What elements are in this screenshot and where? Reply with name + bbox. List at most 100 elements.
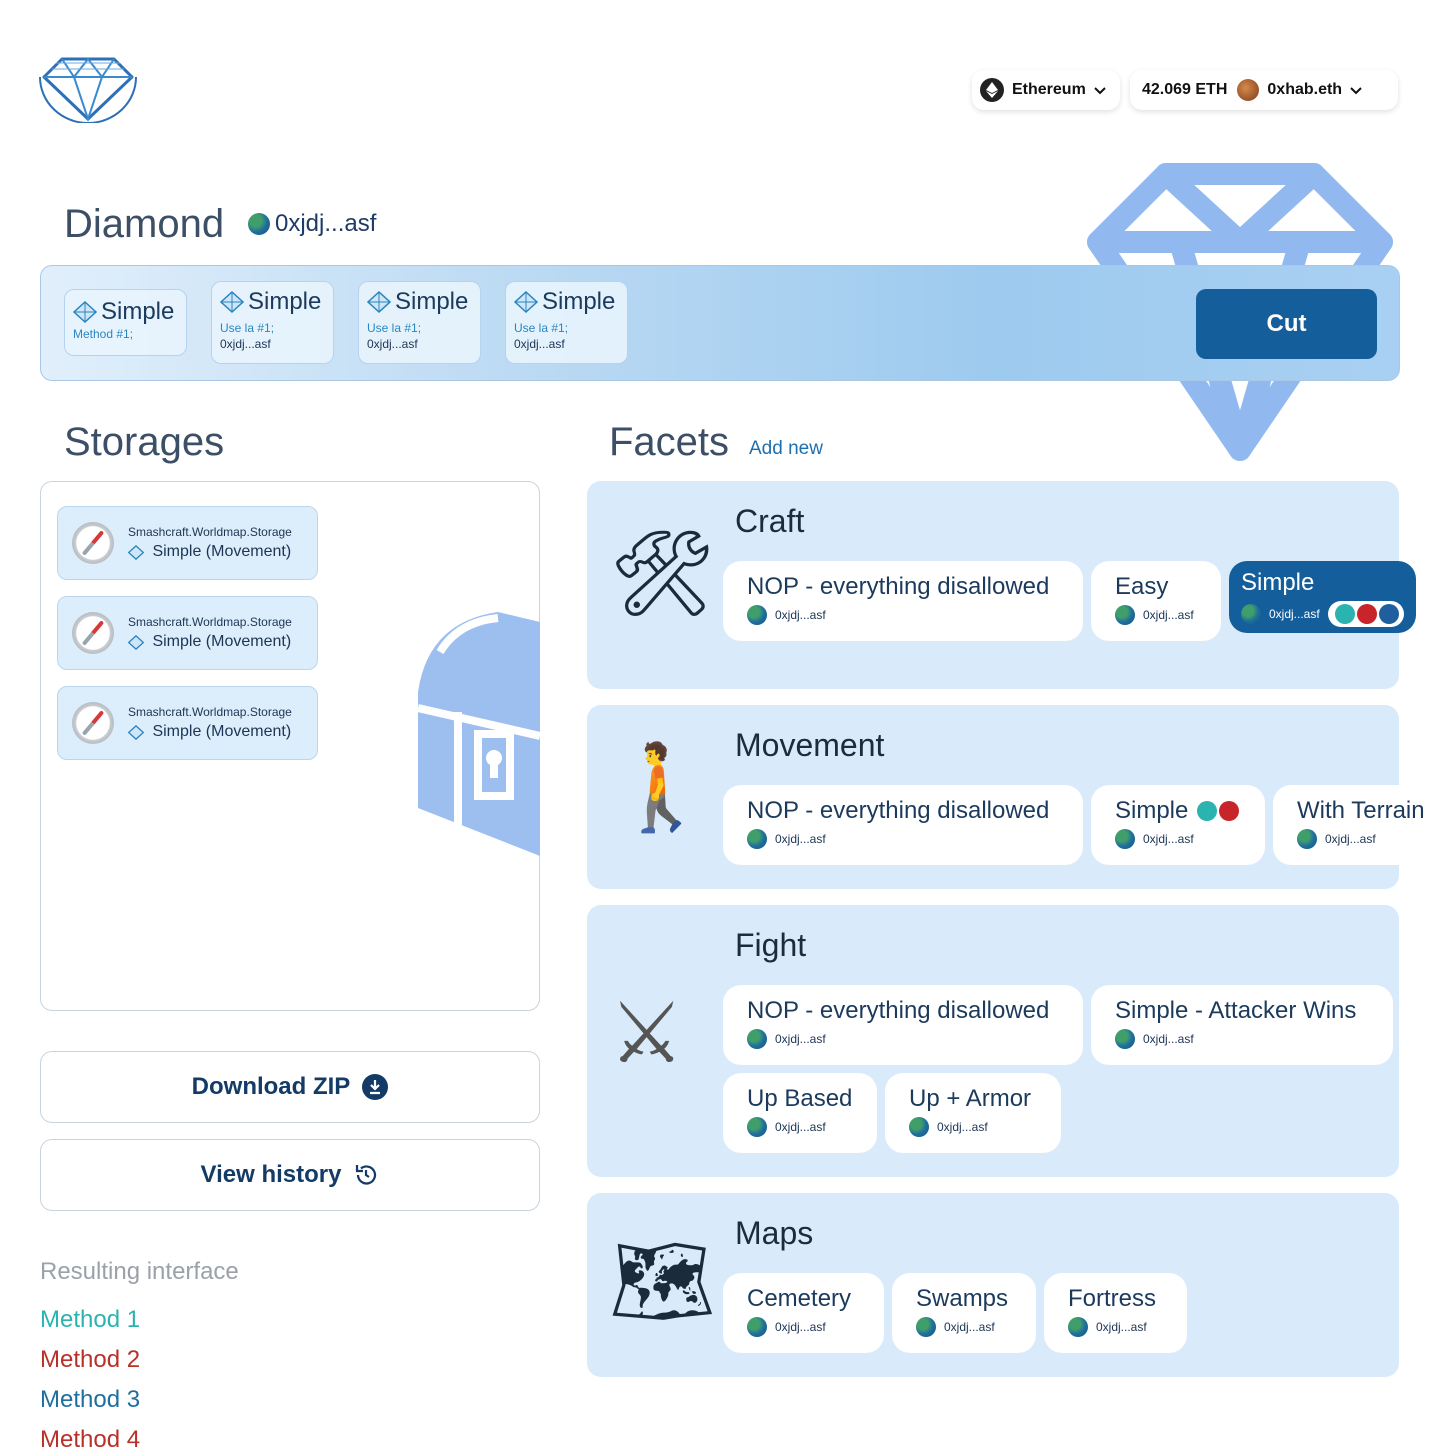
add-new-facet-link[interactable]: Add new xyxy=(749,438,823,460)
cut-card[interactable]: Simple Method #1; xyxy=(64,289,187,356)
cut-card-method: Method #1; xyxy=(73,327,134,341)
cut-card-name: Simple xyxy=(395,288,469,315)
method-item[interactable]: Method 2 xyxy=(40,1346,140,1374)
facet-card-address: 0xjdj...asf xyxy=(775,608,826,622)
cut-button[interactable]: Cut xyxy=(1196,289,1377,359)
facet-card-address: 0xjdj...asf xyxy=(944,1320,995,1334)
storage-name: Smashcraft.Worldmap.Storage xyxy=(128,615,292,629)
download-zip-button[interactable]: Download ZIP xyxy=(40,1051,540,1123)
crossed-swords-icon: ⚔ xyxy=(609,984,685,1082)
facet-card-name: Simple - Attacker Wins xyxy=(1115,997,1357,1024)
diamond-icon xyxy=(128,724,144,740)
facet-group-movement: 🚶 Movement NOP - everything disallowed 0… xyxy=(587,705,1440,889)
facet-group-name: Craft xyxy=(735,503,805,539)
account-name: 0xhab.eth xyxy=(1267,81,1343,98)
storage-facet: Simple (Movement) xyxy=(152,723,292,740)
cut-card-name: Simple xyxy=(248,288,322,315)
facet-card-address: 0xjdj...asf xyxy=(775,832,826,846)
method-item[interactable]: Method 1 xyxy=(40,1306,140,1334)
facet-card[interactable]: Fortress 0xjdj...asf xyxy=(1044,1273,1187,1353)
view-history-label: View history xyxy=(200,1161,342,1188)
history-icon xyxy=(356,1165,377,1185)
facet-card-address: 0xjdj...asf xyxy=(1325,832,1376,846)
facet-card-name: Up + Armor xyxy=(909,1085,1032,1112)
cut-card[interactable]: Simple Use la #1; 0xjdj...asf xyxy=(211,281,334,364)
facet-card[interactable]: Simple 0xjdj...asf xyxy=(1091,785,1265,865)
cut-card-method: Use la #1; xyxy=(367,321,422,335)
globe-icon xyxy=(248,213,270,235)
facet-card-name: Cemetery xyxy=(747,1285,852,1312)
cut-card-method: Use la #1; xyxy=(220,321,275,335)
network-selector[interactable]: Ethereum xyxy=(972,70,1120,110)
globe-icon xyxy=(1068,1317,1088,1337)
facet-card-address: 0xjdj...asf xyxy=(1143,1032,1194,1046)
cut-card-method: Use la #1; xyxy=(514,321,569,335)
facets-title: Facets xyxy=(609,420,730,464)
storage-item[interactable]: Smashcraft.Worldmap.Storage Simple (Move… xyxy=(57,596,318,670)
globe-icon xyxy=(1297,829,1317,849)
facet-card[interactable]: Up + Armor 0xjdj...asf xyxy=(885,1073,1061,1153)
chevron-down-icon xyxy=(1094,87,1106,95)
facet-card-address: 0xjdj...asf xyxy=(775,1320,826,1334)
method-item[interactable]: Method 4 xyxy=(40,1426,140,1454)
ethereum-icon xyxy=(980,78,1004,102)
facet-card-name: Easy xyxy=(1115,573,1169,600)
storage-item[interactable]: Smashcraft.Worldmap.Storage Simple (Move… xyxy=(57,686,318,760)
facet-card-address: 0xjdj...asf xyxy=(1143,608,1194,622)
facet-card-name: NOP - everything disallowed xyxy=(747,573,1050,600)
facet-card[interactable]: Swamps 0xjdj...asf xyxy=(892,1273,1036,1353)
compass-icon xyxy=(72,522,114,564)
download-zip-label: Download ZIP xyxy=(191,1073,351,1100)
facet-card-address: 0xjdj...asf xyxy=(937,1120,988,1134)
method-item[interactable]: Method 3 xyxy=(40,1386,140,1414)
facet-card-address: 0xjdj...asf xyxy=(1096,1320,1147,1334)
method-toggle[interactable] xyxy=(1327,601,1404,627)
globe-icon xyxy=(1115,829,1135,849)
facet-group-name: Maps xyxy=(735,1215,814,1251)
compass-icon xyxy=(72,702,114,744)
world-map-icon: 🗺 xyxy=(609,1232,716,1330)
cut-card[interactable]: Simple Use la #1; 0xjdj...asf xyxy=(505,281,628,364)
globe-icon xyxy=(747,1029,767,1049)
globe-icon xyxy=(1241,604,1261,624)
diamond-address[interactable]: 0xjdj...asf xyxy=(248,210,376,238)
account-selector[interactable]: 42.069 ETH 0xhab.eth xyxy=(1130,70,1398,110)
facet-card-selected[interactable]: Simple 0xjdj...asf xyxy=(1229,561,1416,633)
eth-balance: 42.069 ETH xyxy=(1142,81,1228,98)
view-history-button[interactable]: View history xyxy=(40,1139,540,1211)
facet-card-address: 0xjdj...asf xyxy=(775,1032,826,1046)
storage-item[interactable]: Smashcraft.Worldmap.Storage Simple (Move… xyxy=(57,506,318,580)
diamond-address-text: 0xjdj...asf xyxy=(275,210,377,237)
storage-name: Smashcraft.Worldmap.Storage xyxy=(128,705,292,719)
globe-icon xyxy=(909,1117,929,1137)
cut-card-address: 0xjdj...asf xyxy=(220,337,271,351)
facet-group-fight: ⚔ Fight NOP - everything disallowed 0xjd… xyxy=(587,905,1399,1177)
facet-card-name: Simple xyxy=(1115,797,1189,824)
cut-card[interactable]: Simple Use la #1; 0xjdj...asf xyxy=(358,281,481,364)
facet-card[interactable]: NOP - everything disallowed 0xjdj...asf xyxy=(723,561,1083,641)
facet-card[interactable]: Cemetery 0xjdj...asf xyxy=(723,1273,884,1353)
facet-card-name: Fortress xyxy=(1068,1285,1157,1312)
globe-icon xyxy=(1115,605,1135,625)
globe-icon xyxy=(916,1317,936,1337)
diamond-icon xyxy=(128,634,144,650)
network-label: Ethereum xyxy=(1012,81,1086,98)
globe-icon xyxy=(1115,1029,1135,1049)
storage-name: Smashcraft.Worldmap.Storage xyxy=(128,525,292,539)
facet-card[interactable]: NOP - everything disallowed 0xjdj...asf xyxy=(723,785,1083,865)
diamond-logo-icon xyxy=(39,57,137,123)
facet-card[interactable]: Easy 0xjdj...asf xyxy=(1091,561,1221,641)
facet-card[interactable]: With Terrain 0xjdj...asf xyxy=(1273,785,1440,865)
diamond-icon xyxy=(128,544,144,560)
cut-card-address: 0xjdj...asf xyxy=(514,337,565,351)
globe-icon xyxy=(747,605,767,625)
facet-card-address: 0xjdj...asf xyxy=(775,1120,826,1134)
globe-icon xyxy=(747,1117,767,1137)
cut-card-name: Simple xyxy=(542,288,616,315)
facet-card[interactable]: Simple - Attacker Wins 0xjdj...asf xyxy=(1091,985,1393,1065)
diamond-icon xyxy=(367,291,391,313)
facet-card-name: With Terrain xyxy=(1297,797,1425,824)
facet-card[interactable]: NOP - everything disallowed 0xjdj...asf xyxy=(723,985,1083,1065)
facet-card[interactable]: Up Based 0xjdj...asf xyxy=(723,1073,877,1153)
facet-group-maps: 🗺 Maps Cemetery 0xjdj...asf Swamps 0xjdj… xyxy=(587,1193,1399,1377)
